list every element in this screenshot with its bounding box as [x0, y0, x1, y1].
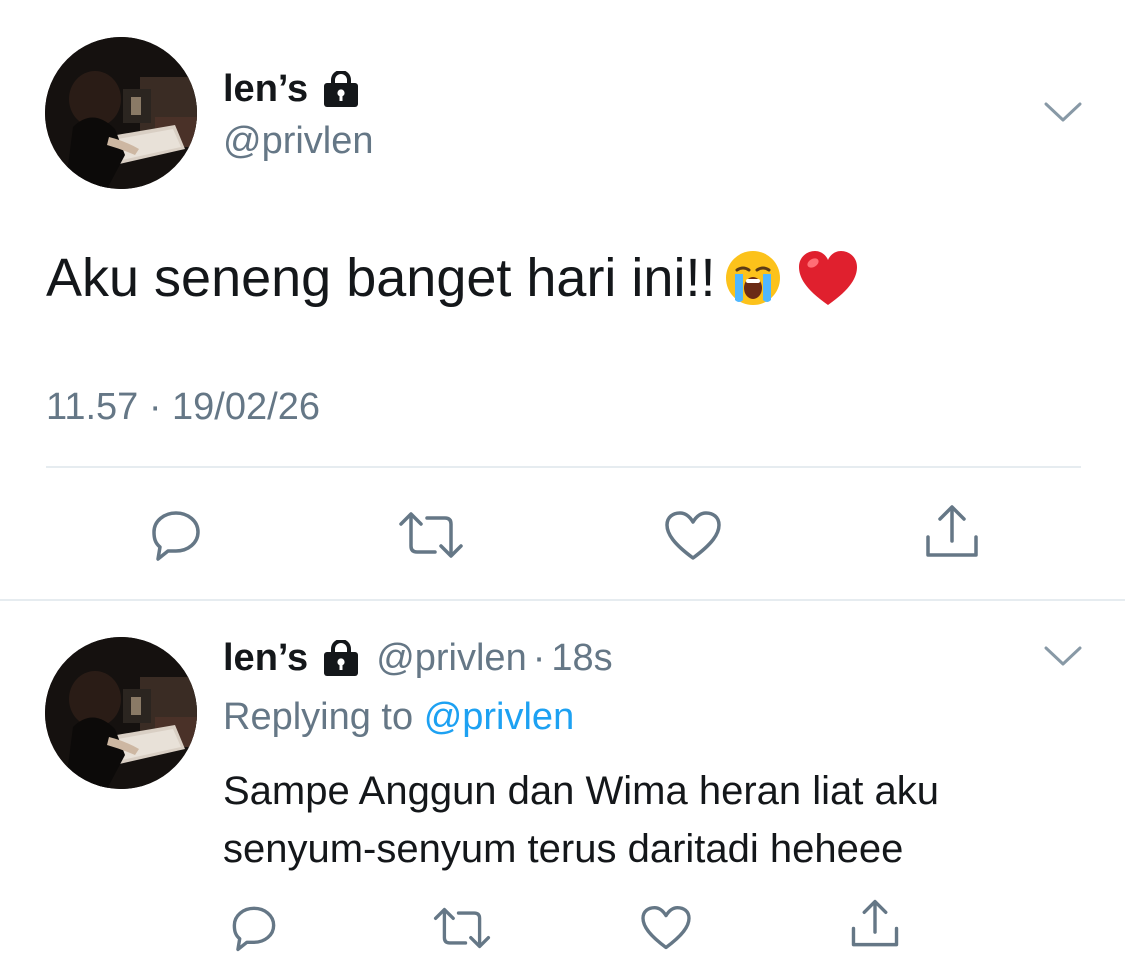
share-icon[interactable] — [848, 898, 902, 950]
reply-icon[interactable] — [148, 507, 204, 563]
reply-text: Sampe Anggun dan Wima heran liat aku sen… — [223, 769, 939, 871]
display-name[interactable]: len’s — [223, 66, 360, 112]
lock-icon — [322, 71, 360, 107]
display-name-text: len’s — [223, 637, 309, 679]
replying-to-label: Replying to — [223, 696, 414, 738]
chevron-down-icon[interactable] — [1044, 100, 1082, 124]
like-icon[interactable] — [640, 905, 692, 951]
handle[interactable]: @privlen — [223, 118, 374, 164]
handle[interactable]: @privlen — [376, 633, 527, 683]
red-heart-icon — [797, 249, 859, 307]
divider — [0, 599, 1125, 601]
separator: · — [532, 637, 546, 679]
mention-link[interactable]: @privlen — [424, 696, 575, 738]
share-icon[interactable] — [922, 503, 982, 561]
reply-icon[interactable] — [229, 903, 279, 953]
chevron-down-icon[interactable] — [1044, 644, 1082, 668]
retweet-icon[interactable] — [395, 510, 467, 560]
reply-header: len’s @privlen · 18s — [223, 633, 613, 683]
display-name-text: len’s — [223, 68, 309, 110]
tweet-text-body: Aku seneng banget hari ini!! — [46, 248, 716, 308]
loudly-crying-face-icon — [723, 248, 783, 308]
lock-icon — [322, 640, 360, 676]
tweet-text: Aku seneng banget hari ini!! — [46, 245, 859, 311]
like-icon[interactable] — [664, 510, 722, 562]
retweet-icon[interactable] — [430, 906, 494, 950]
avatar[interactable] — [45, 37, 197, 189]
replying-to: Replying to @privlen — [223, 693, 574, 741]
display-name[interactable]: len’s — [223, 633, 360, 683]
timestamp[interactable]: 11.57 · 19/02/26 — [46, 384, 320, 430]
timestamp[interactable]: 18s — [551, 633, 612, 683]
divider — [46, 466, 1081, 468]
avatar[interactable] — [45, 637, 197, 789]
